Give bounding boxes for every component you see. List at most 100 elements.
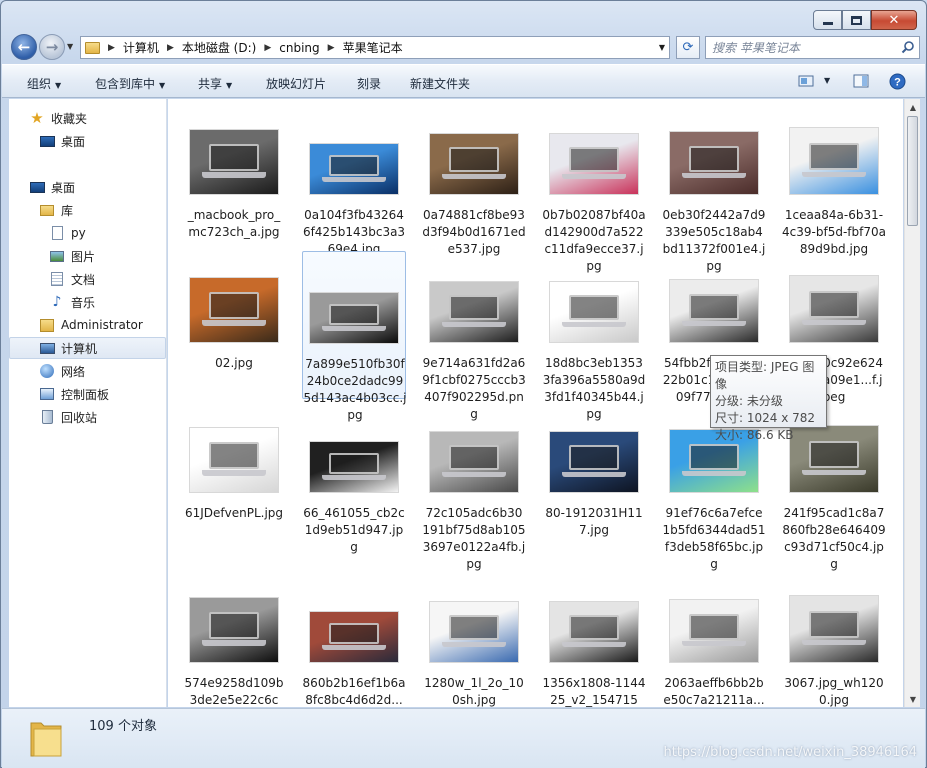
vertical-scrollbar[interactable]: ▲ ▼: [904, 99, 920, 707]
file-item[interactable]: 1ceaa84a-6b31-4c39-bf5d-fbf70a89d9bd.jpg: [782, 103, 886, 256]
image-thumbnail: [549, 431, 639, 493]
change-view-icon[interactable]: [798, 74, 814, 88]
share-menu[interactable]: 共享 ▼: [198, 75, 232, 92]
breadcrumb-separator-icon[interactable]: ▶: [108, 43, 115, 53]
image-thumbnail: [429, 133, 519, 195]
breadcrumb-separator-icon[interactable]: ▶: [264, 43, 271, 53]
close-icon: ✕: [888, 12, 900, 28]
file-item[interactable]: 1280w_1l_2o_100sh.jpg: [422, 571, 526, 707]
back-arrow-icon: ←: [17, 38, 31, 56]
sidebar-item-administrator[interactable]: Administrator: [9, 314, 166, 336]
breadcrumb-cnbing[interactable]: cnbing: [279, 41, 319, 55]
forward-button[interactable]: →: [39, 34, 65, 60]
sidebar-item-computer[interactable]: 计算机: [9, 337, 166, 359]
breadcrumb-separator-icon[interactable]: ▶: [167, 43, 174, 53]
file-name: 91ef76c6a7efce1b5fd6344dad51f3deb58f65bc…: [662, 506, 766, 571]
navigation-bar: ← → ▼ ▶ 计算机 ▶ 本地磁盘 (D:) ▶ cnbing ▶ 苹果笔记本…: [9, 33, 920, 61]
sidebar-item-desktop-favorite[interactable]: 桌面: [9, 130, 166, 152]
laptop-image: [569, 445, 619, 471]
file-item[interactable]: 61JDefvenPL.jpg: [182, 401, 286, 549]
breadcrumb-separator-icon[interactable]: ▶: [328, 43, 335, 53]
file-item[interactable]: 0eb30f2442a7d9339e505c18ab4bd11372f001e4…: [662, 103, 766, 273]
watermark-text: https://blog.csdn.net/weixin_38946164: [663, 745, 917, 760]
include-in-library-menu[interactable]: 包含到库中 ▼: [95, 75, 165, 92]
burn-button[interactable]: 刻录: [357, 75, 381, 92]
file-item[interactable]: _macbook_pro_mc723ch_a.jpg: [182, 103, 286, 251]
recent-pages-dropdown[interactable]: ▼: [67, 42, 73, 51]
refresh-button[interactable]: ⟳: [676, 36, 700, 59]
laptop-image: [209, 292, 259, 319]
sidebar-item-documents[interactable]: 文档: [9, 268, 166, 290]
back-button[interactable]: ←: [11, 34, 37, 60]
view-dropdown-icon[interactable]: ▼: [824, 76, 830, 85]
sidebar-item-label: 图片: [71, 249, 96, 264]
sidebar-item-network[interactable]: 网络: [9, 360, 166, 382]
tooltip-dimensions: 尺寸: 1024 x 782: [715, 411, 816, 425]
address-dropdown-icon[interactable]: ▼: [659, 43, 665, 52]
sidebar-item-pictures[interactable]: 图片: [9, 245, 166, 267]
sidebar-item-music[interactable]: ♪ 音乐: [9, 291, 166, 313]
address-bar[interactable]: ▶ 计算机 ▶ 本地磁盘 (D:) ▶ cnbing ▶ 苹果笔记本 ▼: [80, 36, 670, 59]
sidebar-item-favorites[interactable]: ★ 收藏夹: [9, 107, 166, 129]
file-item[interactable]: 72c105adc6b30191bf75d8ab1053697e0122a4fb…: [422, 401, 526, 571]
sidebar-item-libraries[interactable]: 库: [9, 199, 166, 221]
file-item[interactable]: 860b2b16ef1b6a8fc8bc4d6d2d...: [302, 571, 406, 707]
laptop-base: [442, 471, 506, 477]
maximize-button[interactable]: [842, 10, 871, 30]
file-item[interactable]: 0a104f3fb432646f425b143bc3a369e4.jpg: [302, 103, 406, 256]
laptop-base: [802, 319, 866, 326]
file-item[interactable]: 2063aeffb6bb2be50c7a21211a...: [662, 571, 766, 707]
laptop-image: [569, 295, 619, 321]
image-thumbnail: [789, 595, 879, 663]
file-name: 574e9258d109b3de2e5e22c6cd...: [184, 676, 284, 707]
file-item[interactable]: 574e9258d109b3de2e5e22c6cd...: [182, 571, 286, 707]
laptop-image: [209, 442, 259, 469]
sidebar-item-recycle-bin[interactable]: 回收站: [9, 406, 166, 428]
sidebar-item-label: 计算机: [61, 341, 98, 356]
laptop-image: [449, 147, 499, 173]
breadcrumb-current-folder[interactable]: 苹果笔记本: [343, 39, 403, 56]
new-folder-button[interactable]: 新建文件夹: [410, 75, 470, 92]
minimize-button[interactable]: [813, 10, 842, 30]
sidebar-item-label: 桌面: [61, 134, 86, 149]
image-thumbnail: [189, 277, 279, 343]
laptop-base: [682, 172, 746, 179]
help-icon[interactable]: ?: [889, 73, 906, 90]
minimize-icon: [822, 21, 833, 25]
breadcrumb-computer[interactable]: 计算机: [123, 39, 159, 56]
laptop-base: [442, 641, 506, 647]
file-item[interactable]: 1356x1808-114425_v2_1547155...: [542, 571, 646, 707]
scrollbar-thumb[interactable]: [907, 116, 918, 226]
include-in-library-label: 包含到库中: [95, 77, 156, 91]
sidebar-item-control-panel[interactable]: 控制面板: [9, 383, 166, 405]
laptop-image: [809, 290, 859, 319]
scroll-up-icon[interactable]: ▲: [905, 99, 921, 115]
file-item[interactable]: 9e714a631fd2a69f1cbf0275cccb3407f902295d…: [422, 251, 526, 421]
file-item[interactable]: 80-1912031H117.jpg: [542, 401, 646, 549]
image-thumbnail: [189, 129, 279, 195]
sidebar-item-desktop[interactable]: 桌面: [9, 176, 166, 198]
image-thumbnail: [789, 275, 879, 343]
slideshow-button[interactable]: 放映幻灯片: [266, 75, 326, 92]
breadcrumb-drive[interactable]: 本地磁盘 (D:): [182, 39, 256, 56]
file-item[interactable]: 18d8bc3eb13533fa396a5580a9d3fd1f40345b44…: [542, 251, 646, 421]
search-icon[interactable]: [901, 40, 915, 54]
search-input[interactable]: 搜索 苹果笔记本: [705, 36, 920, 59]
image-thumbnail: [309, 441, 399, 493]
laptop-image: [449, 445, 499, 471]
sidebar-item-py[interactable]: py: [9, 222, 166, 244]
file-item[interactable]: 02.jpg: [182, 251, 286, 399]
preview-pane-icon[interactable]: [853, 74, 869, 88]
organize-menu[interactable]: 组织 ▼: [27, 75, 61, 92]
laptop-image: [569, 615, 619, 641]
file-item[interactable]: 0a74881cf8be93d3f94b0d1671ede537.jpg: [422, 103, 526, 256]
close-button[interactable]: ✕: [871, 10, 917, 30]
laptop-image: [329, 304, 379, 325]
file-item[interactable]: 3067.jpg_wh1200.jpg: [782, 571, 886, 707]
scroll-down-icon[interactable]: ▼: [905, 691, 921, 707]
file-item[interactable]: 7a899e510fb30f24b0ce2dadc995d143ac4b03cc…: [302, 251, 406, 422]
file-item[interactable]: 66_461055_cb2c1d9eb51d947.jpg: [302, 401, 406, 554]
laptop-base: [202, 320, 266, 326]
file-item[interactable]: 0b7b02087bf40ad142900d7a522c11dfa9ecce37…: [542, 103, 646, 273]
image-thumbnail: [429, 281, 519, 343]
